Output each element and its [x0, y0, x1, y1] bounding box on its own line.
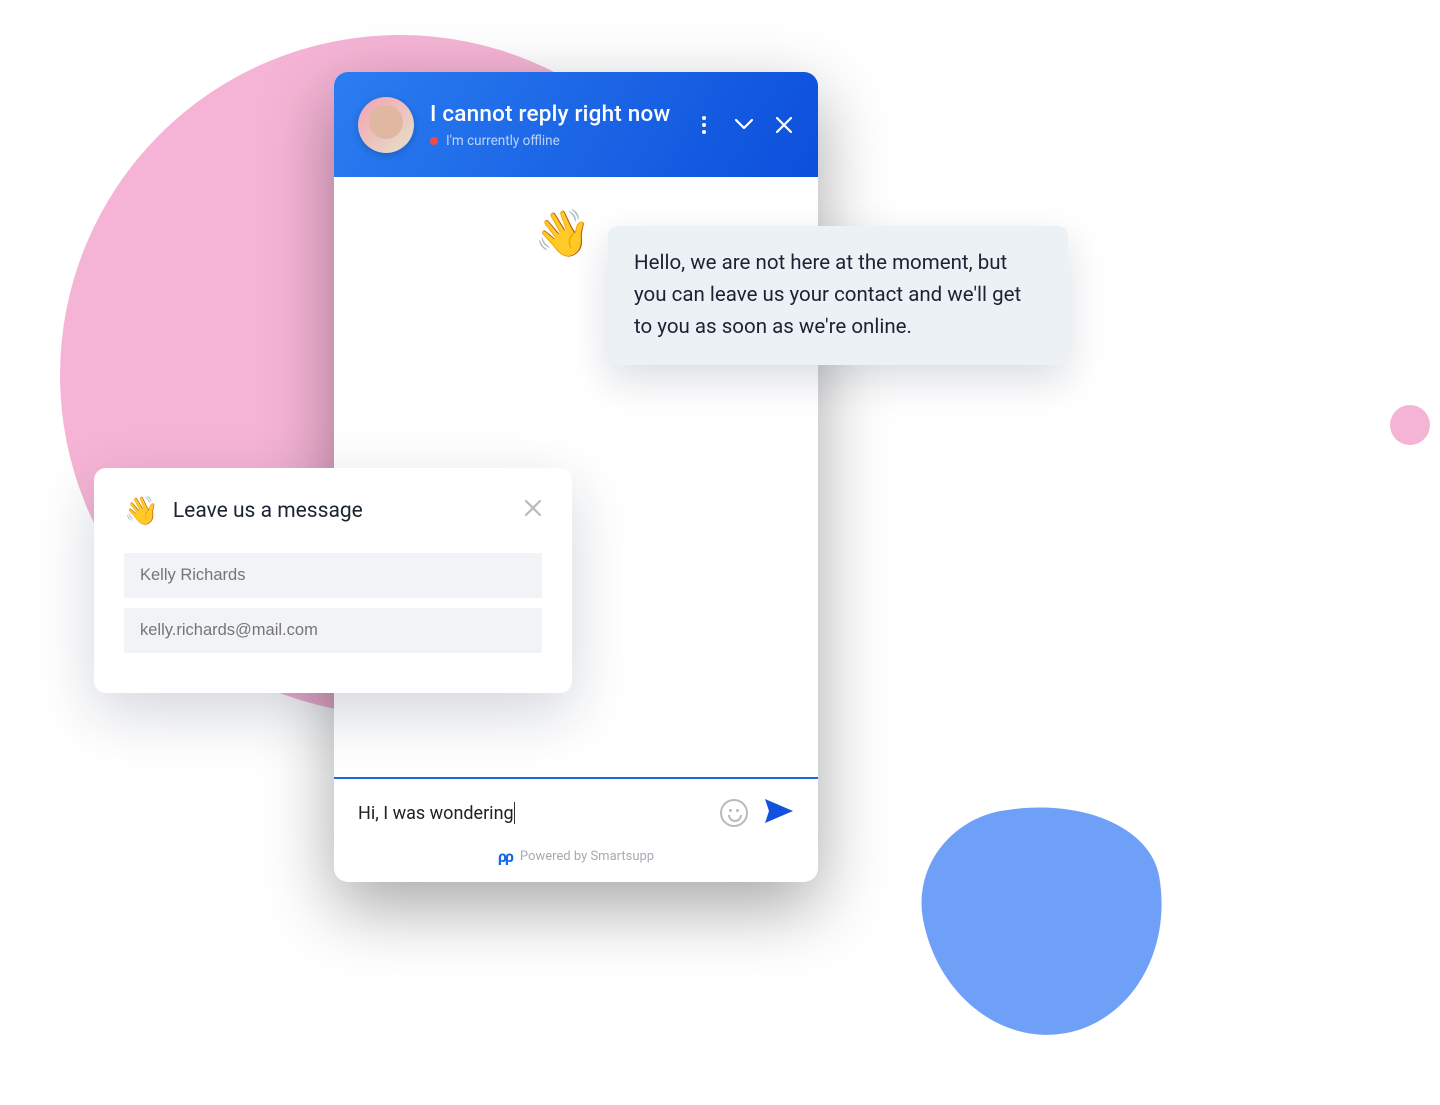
- send-button[interactable]: [764, 797, 794, 829]
- powered-by[interactable]: ρρ Powered by Smartsupp: [334, 839, 818, 882]
- leave-message-title: Leave us a message: [173, 499, 363, 523]
- avatar[interactable]: [358, 97, 414, 153]
- chat-input-value: Hi, I was wondering: [358, 803, 514, 824]
- header-text: I cannot reply right now I'm currently o…: [430, 101, 678, 149]
- bg-small-circle: [1390, 405, 1430, 445]
- wave-icon: 👋: [534, 207, 591, 261]
- status-dot-icon: [430, 137, 438, 145]
- close-icon[interactable]: [774, 115, 794, 135]
- brand-logo-icon: ρρ: [498, 847, 512, 866]
- wave-icon: 👋: [124, 494, 159, 527]
- chat-input-area: Hi, I was wondering: [334, 777, 818, 839]
- more-icon[interactable]: [694, 115, 714, 135]
- leave-message-card: 👋 Leave us a message: [94, 468, 572, 693]
- leave-message-header: 👋 Leave us a message: [124, 494, 542, 527]
- leave-message-title-wrap: 👋 Leave us a message: [124, 494, 363, 527]
- tooltip-bubble: Hello, we are not here at the moment, bu…: [608, 226, 1068, 365]
- header-actions: [694, 115, 794, 135]
- email-field[interactable]: [124, 608, 542, 653]
- bg-blob: [907, 786, 1183, 1054]
- tooltip-text: Hello, we are not here at the moment, bu…: [634, 248, 1042, 343]
- header-title: I cannot reply right now: [430, 101, 678, 127]
- chat-header: I cannot reply right now I'm currently o…: [334, 72, 818, 177]
- powered-by-text: Powered by Smartsupp: [520, 849, 654, 864]
- text-cursor-icon: [514, 802, 515, 824]
- emoji-button[interactable]: [720, 799, 748, 827]
- chat-input[interactable]: Hi, I was wondering: [358, 802, 704, 824]
- chevron-down-icon[interactable]: [734, 115, 754, 135]
- status-text: I'm currently offline: [446, 133, 560, 149]
- close-icon[interactable]: [524, 498, 542, 523]
- name-field[interactable]: [124, 553, 542, 598]
- header-status: I'm currently offline: [430, 133, 678, 149]
